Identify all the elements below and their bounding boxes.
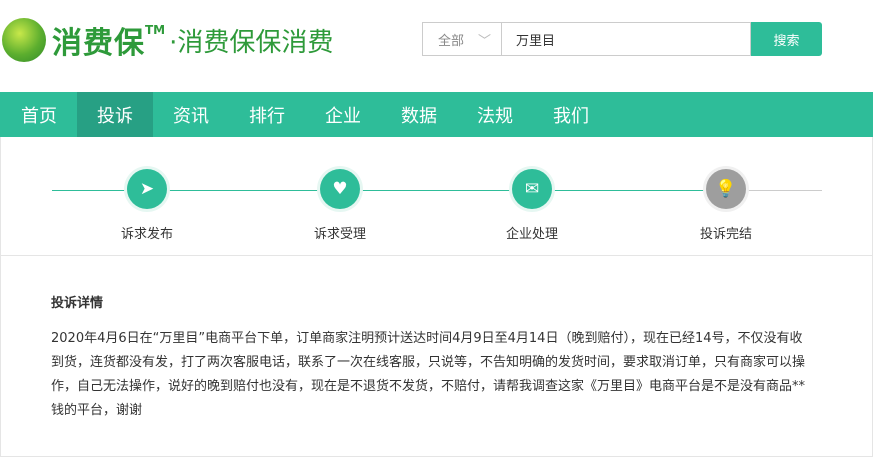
progress-steps: ➤ 诉求发布 ♥ 诉求受理 ✉ 企业处理 💡 投诉完结 bbox=[1, 137, 872, 256]
main-nav: 首页 投诉 资讯 排行 企业 数据 法规 我们 bbox=[0, 92, 873, 137]
logo-icon bbox=[2, 18, 46, 62]
complaint-detail: 投诉详情 2020年4月6日在“万里目”电商平台下单，订单商家注明预计送达时间4… bbox=[1, 256, 872, 423]
logo-slogan: ·消费保保消费 bbox=[169, 27, 334, 58]
logo-tm: TM bbox=[145, 23, 166, 37]
nav-news[interactable]: 资讯 bbox=[153, 92, 229, 137]
step-label: 投诉完结 bbox=[699, 227, 752, 242]
nav-complaints[interactable]: 投诉 bbox=[77, 92, 153, 137]
step-3: ✉ 企业处理 bbox=[472, 169, 592, 242]
step-label: 企业处理 bbox=[505, 227, 558, 242]
step-label: 诉求发布 bbox=[120, 227, 173, 242]
detail-title: 投诉详情 bbox=[51, 296, 104, 311]
step-4: 💡 投诉完结 bbox=[666, 169, 786, 242]
nav-about[interactable]: 我们 bbox=[533, 92, 609, 137]
detail-text: 2020年4月6日在“万里目”电商平台下单，订单商家注明预计送达时间4月9日至4… bbox=[51, 331, 806, 418]
logo-brand: 消费保 bbox=[52, 26, 145, 61]
lightbulb-icon: 💡 bbox=[706, 169, 746, 209]
nav-data[interactable]: 数据 bbox=[381, 92, 457, 137]
search-input[interactable]: 万里目 bbox=[501, 22, 751, 56]
mail-reply-icon: ✉ bbox=[512, 169, 552, 209]
nav-companies[interactable]: 企业 bbox=[305, 92, 381, 137]
paper-plane-icon: ➤ bbox=[127, 169, 167, 209]
header: 消费保 TM ·消费保保消费 全部 ﹀ 万里目 搜索 bbox=[0, 0, 873, 92]
category-select[interactable]: 全部 ﹀ bbox=[422, 22, 501, 56]
logo[interactable]: 消费保 TM ·消费保保消费 bbox=[2, 18, 333, 62]
nav-home[interactable]: 首页 bbox=[1, 92, 77, 137]
step-label: 诉求受理 bbox=[313, 227, 366, 242]
chevron-down-icon: ﹀ bbox=[478, 33, 492, 49]
step-2: ♥ 诉求受理 bbox=[280, 169, 400, 242]
heart-icon: ♥ bbox=[320, 169, 360, 209]
search-bar: 全部 ﹀ 万里目 搜索 bbox=[422, 22, 822, 56]
step-1: ➤ 诉求发布 bbox=[87, 169, 207, 242]
category-value: 全部 bbox=[438, 33, 465, 49]
complaint-panel: ➤ 诉求发布 ♥ 诉求受理 ✉ 企业处理 💡 投诉完结 投诉详情 2020年4月… bbox=[0, 137, 873, 457]
nav-laws[interactable]: 法规 bbox=[457, 92, 533, 137]
search-button[interactable]: 搜索 bbox=[751, 22, 822, 56]
nav-rankings[interactable]: 排行 bbox=[229, 92, 305, 137]
